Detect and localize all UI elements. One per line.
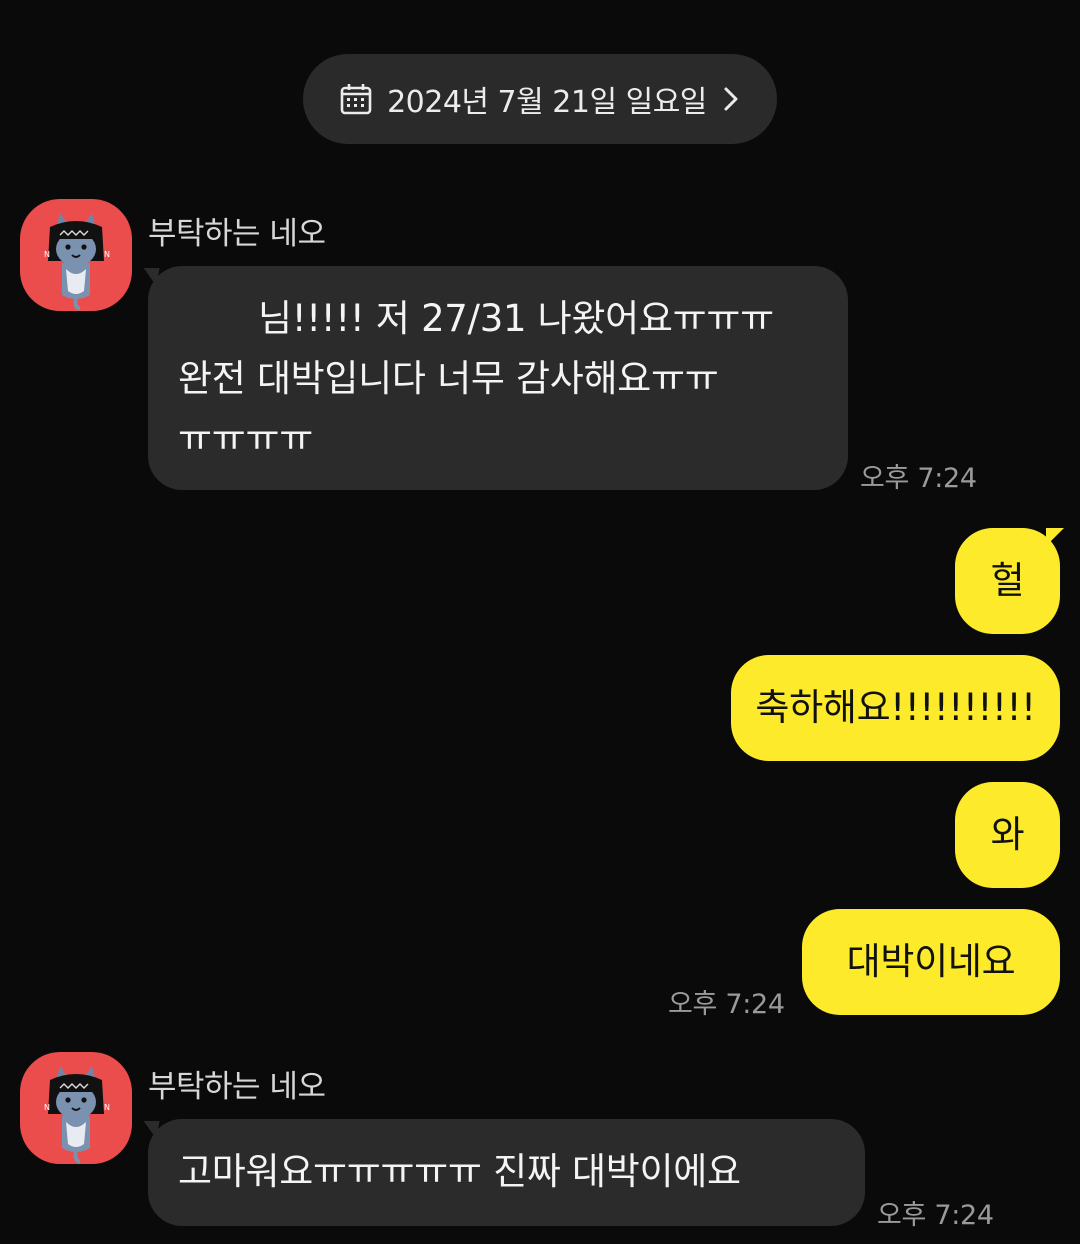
incoming-message-bubble[interactable]: 고마워요ㅠㅠㅠㅠㅠ 진짜 대박이에요: [148, 1119, 865, 1226]
incoming-message-bubble[interactable]: 님!!!!! 저 27/31 나왔어요ㅠㅠㅠ 완전 대박입니다 너무 감사해요ㅠ…: [148, 266, 848, 490]
chevron-right-icon: [721, 84, 741, 114]
message-text: 축하해요!!!!!!!!!!: [755, 686, 1036, 729]
sender-name: 부탁하는 네오: [148, 216, 326, 252]
date-divider-button[interactable]: 2024년 7월 21일 일요일: [303, 54, 777, 144]
sender-avatar[interactable]: N N: [20, 1052, 132, 1164]
neo-character-avatar: N N: [44, 213, 110, 311]
neo-character-avatar: N N: [44, 1066, 110, 1164]
sender-avatar[interactable]: N N: [20, 199, 132, 311]
message-line: ㅠㅠㅠㅠ: [178, 417, 313, 460]
outgoing-message-bubble[interactable]: 축하해요!!!!!!!!!!: [731, 655, 1060, 761]
message-time: 오후 7:24: [668, 989, 785, 1020]
message-line: 고마워요ㅠㅠㅠㅠㅠ 진짜 대박이에요: [178, 1150, 741, 1193]
message-text: 대박이네요: [846, 940, 1016, 983]
message-text: 와: [990, 813, 1025, 856]
message-time: 오후 7:24: [860, 463, 977, 494]
svg-text:N: N: [44, 1103, 50, 1112]
outgoing-message-bubble[interactable]: 와: [955, 782, 1060, 888]
svg-text:N: N: [104, 250, 110, 259]
calendar-icon: [339, 82, 373, 116]
outgoing-message-bubble[interactable]: 대박이네요: [802, 909, 1060, 1015]
message-time: 오후 7:24: [877, 1200, 994, 1231]
svg-text:N: N: [44, 250, 50, 259]
svg-text:N: N: [104, 1103, 110, 1112]
message-text: 헐: [990, 559, 1025, 602]
outgoing-message-bubble[interactable]: 헐: [955, 528, 1060, 634]
message-line: 님!!!!! 저 27/31 나왔어요ㅠㅠㅠ: [258, 297, 774, 340]
sender-name: 부탁하는 네오: [148, 1069, 326, 1105]
date-label: 2024년 7월 21일 일요일: [387, 85, 707, 120]
message-line: 완전 대박입니다 너무 감사해요ㅠㅠ: [178, 357, 719, 400]
